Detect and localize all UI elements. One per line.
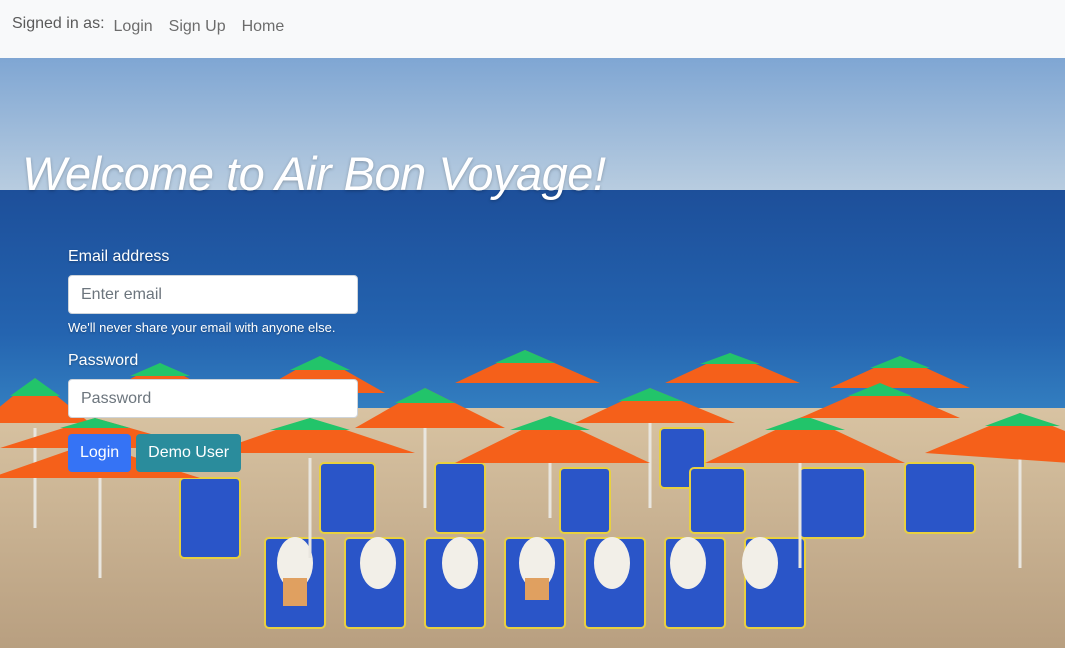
password-input[interactable] <box>68 379 358 418</box>
signed-in-label: Signed in as: <box>12 15 105 32</box>
nav-link-login[interactable]: Login <box>114 18 153 36</box>
hero-section: Welcome to Air Bon Voyage! Email address… <box>0 58 1065 648</box>
demo-user-button[interactable]: Demo User <box>136 434 242 472</box>
form-buttons: Login Demo User <box>68 434 360 472</box>
password-label: Password <box>68 352 139 369</box>
login-form: Email address We'll never share your ema… <box>68 248 360 472</box>
email-help-text: We'll never share your email with anyone… <box>68 320 336 335</box>
nav-link-signup[interactable]: Sign Up <box>169 18 226 36</box>
navbar: Signed in as: Login Sign Up Home <box>0 0 1065 58</box>
login-button[interactable]: Login <box>68 434 132 472</box>
page-title: Welcome to Air Bon Voyage! <box>22 147 606 200</box>
email-input[interactable] <box>68 275 358 314</box>
nav-link-home[interactable]: Home <box>242 18 285 36</box>
email-label: Email address <box>68 248 170 265</box>
